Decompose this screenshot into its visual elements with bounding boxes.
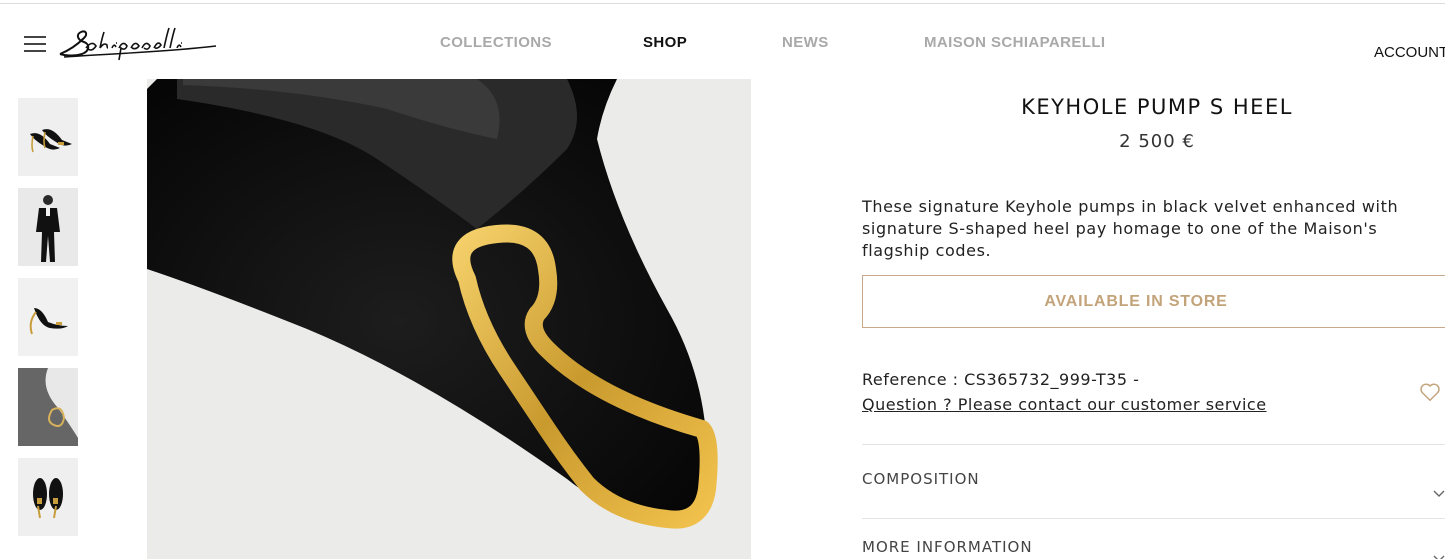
product-price: 2 500 € xyxy=(1119,131,1195,152)
accordion-composition[interactable]: COMPOSITION xyxy=(862,470,980,488)
nav-collections[interactable]: COLLECTIONS xyxy=(440,34,552,51)
nav-news[interactable]: NEWS xyxy=(782,34,829,51)
divider xyxy=(862,444,1445,445)
chevron-down-icon[interactable] xyxy=(1433,549,1445,559)
divider xyxy=(862,518,1445,519)
product-title: KEYHOLE PUMP S HEEL xyxy=(1021,95,1293,119)
accordion-more-information[interactable]: MORE INFORMATION xyxy=(862,538,1033,556)
main-product-image[interactable] xyxy=(147,79,751,559)
available-in-store-button[interactable]: AVAILABLE IN STORE xyxy=(862,275,1445,328)
customer-service-link[interactable]: Question ? Please contact our customer s… xyxy=(862,395,1267,414)
product-description: These signature Keyhole pumps in black v… xyxy=(862,197,1399,260)
thumbnail-model-black-suit[interactable] xyxy=(18,188,78,266)
product-reference: Reference : CS365732_999-T35 - xyxy=(862,370,1140,389)
thumbnail-pump-front-closeup[interactable] xyxy=(18,368,78,446)
account-link[interactable]: ACCOUNT xyxy=(1374,44,1445,61)
brand-logo[interactable] xyxy=(56,24,222,64)
thumbnail-pumps-pair-side[interactable] xyxy=(18,98,78,176)
nav-maison-schiaparelli[interactable]: MAISON SCHIAPARELLI xyxy=(924,34,1106,51)
heart-icon[interactable] xyxy=(1419,381,1441,403)
chevron-down-icon[interactable] xyxy=(1433,484,1445,497)
thumbnail-pumps-pair-front[interactable] xyxy=(18,458,78,536)
nav-shop[interactable]: SHOP xyxy=(643,34,687,51)
menu-icon[interactable] xyxy=(24,36,46,52)
site-header: COLLECTIONS SHOP NEWS MAISON SCHIAPARELL… xyxy=(0,4,1445,79)
thumbnail-pump-side-profile[interactable] xyxy=(18,278,78,356)
